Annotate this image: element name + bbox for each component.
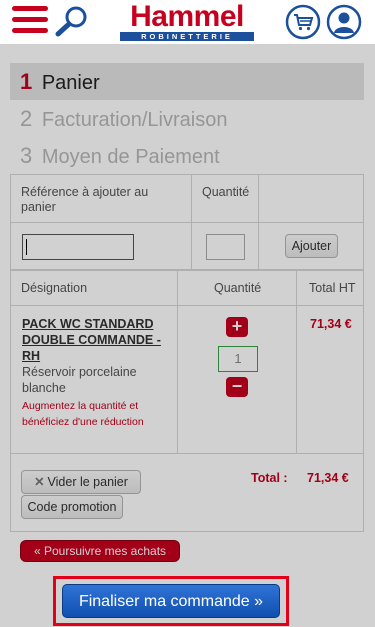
text-caret [26,239,27,255]
logo[interactable]: Hammel ROBINETTERIE [114,2,260,42]
total-label: Total : [251,471,288,485]
continue-shopping-button[interactable]: « Poursuivre mes achats [21,541,179,561]
search-icon[interactable] [52,4,92,38]
step-label: Moyen de Paiement [41,146,220,168]
total-header: Total HT [309,281,356,295]
cart-icon[interactable] [285,4,321,40]
logo-subtitle: ROBINETTERIE [120,32,254,41]
plus-icon: + [231,316,243,336]
step-label: Panier [41,72,100,94]
header: Hammel ROBINETTERIE [0,0,375,44]
quantity-header: Quantité [202,185,250,199]
step-cart: 1 Panier [10,63,364,100]
menu-icon[interactable] [12,6,48,36]
logo-text: Hammel [130,0,244,33]
item-quantity-input[interactable]: 1 [218,346,258,372]
product-description: Réservoir porcelaine blanche [22,365,137,395]
step-label: Facturation/Livraison [41,109,228,131]
step-number: 2 [20,106,33,131]
promo-code-button[interactable]: Code promotion [21,495,123,519]
empty-cart-button[interactable]: ✕ Vider le panier [21,470,141,494]
step-number: 1 [20,69,33,94]
add-quantity-input[interactable] [206,234,245,260]
item-total: 71,34 € [310,317,352,331]
cart-total: 71,34 € [307,471,349,485]
quantity-discount-note: Augmentez la quantité et bénéficiez d'un… [22,400,144,428]
add-button[interactable]: Ajouter [285,234,338,258]
reference-header: Référence à ajouter au panier [21,185,149,214]
step-payment: 3 Moyen de Paiement [10,137,364,174]
step-number: 3 [20,143,33,168]
product-name-link[interactable]: PACK WC STANDARD DOUBLE COMMANDE - RH [22,316,172,364]
checkout-steps: 1 Panier 2 Facturation/Livraison 3 Moyen… [10,63,364,174]
step-billing: 2 Facturation/Livraison [10,100,364,137]
decrease-quantity-button[interactable]: − [226,377,248,397]
close-icon: ✕ [34,475,45,489]
finalize-highlight: Finaliser ma commande » [53,576,289,626]
quantity-column-header: Quantité [214,281,262,295]
minus-icon: − [231,376,243,396]
reference-input[interactable] [22,234,134,260]
designation-header: Désignation [21,281,88,295]
finalize-order-button[interactable]: Finaliser ma commande » [62,584,280,618]
user-icon[interactable] [326,4,362,40]
increase-quantity-button[interactable]: + [226,317,248,337]
